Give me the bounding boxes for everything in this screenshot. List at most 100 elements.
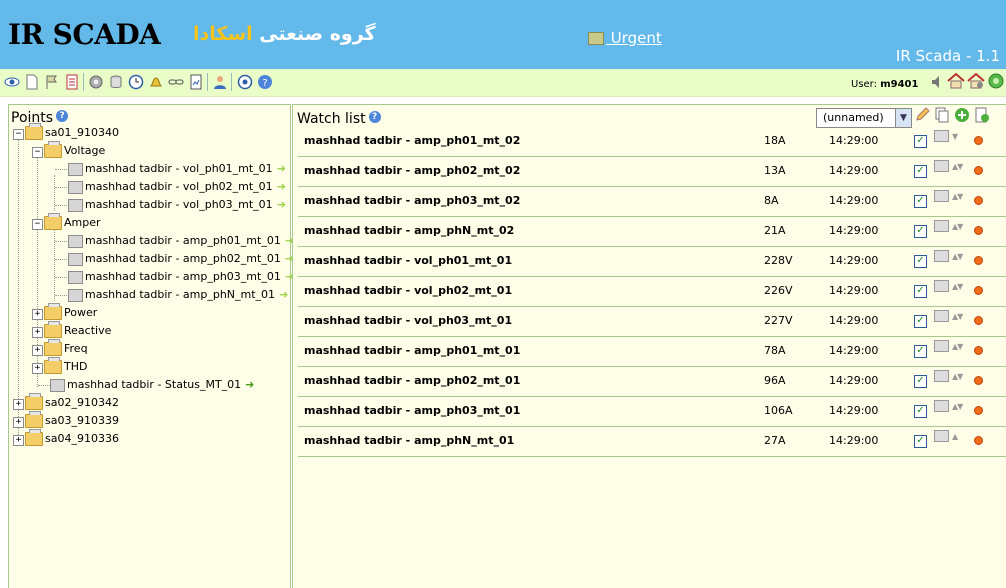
tree-node-reactive[interactable]: Reactive [44,321,111,340]
tree-node-freq[interactable]: Freq [44,339,88,358]
tree-node-sa01[interactable]: sa01_910340 [25,123,119,142]
tree-node-sa03[interactable]: sa03_910339 [25,411,119,430]
speaker-icon[interactable] [931,75,941,89]
arrow-right-icon[interactable]: ➜ [277,160,286,178]
home-settings-icon[interactable] [967,73,985,89]
remove-icon[interactable] [974,316,983,325]
tree-node-voltage[interactable]: Voltage [44,141,105,160]
arrow-right-icon[interactable]: ➜ [277,178,286,196]
checkbox[interactable]: ✓ [914,225,927,238]
chevron-down-icon[interactable]: ▼ [895,109,911,127]
add-icon[interactable] [954,107,970,123]
report-icon[interactable] [188,74,204,90]
checkbox[interactable]: ✓ [914,375,927,388]
remove-icon[interactable] [974,286,983,295]
move-arrows-icon[interactable]: ▲▼ [952,402,963,411]
point-details-icon[interactable] [934,310,949,322]
collapse-toggle[interactable]: − [32,219,43,230]
database-icon[interactable] [108,74,124,90]
flag-icon[interactable] [44,74,60,90]
help-icon[interactable]: ? [56,110,69,122]
tree-point-status[interactable]: mashhad tadbir - Status_MT_01 ➜ [50,376,254,394]
checkbox[interactable]: ✓ [914,345,927,358]
arrow-right-icon[interactable]: ➜ [245,376,254,394]
tree-point[interactable]: mashhad tadbir - amp_ph02_mt_01 ➜ [68,250,294,268]
point-details-icon[interactable] [934,280,949,292]
tree-point[interactable]: mashhad tadbir - amp_phN_mt_01 ➜ [68,286,288,304]
collapse-toggle[interactable]: − [13,129,24,140]
checkbox[interactable]: ✓ [914,255,927,268]
arrow-right-icon[interactable]: ➜ [277,196,286,214]
remove-icon[interactable] [974,226,983,235]
move-arrows-icon[interactable]: ▲▼ [952,342,963,351]
tree-node-sa02[interactable]: sa02_910342 [25,393,119,412]
remove-icon[interactable] [974,136,983,145]
tree-node-amper[interactable]: Amper [44,213,101,232]
checkbox[interactable]: ✓ [914,135,927,148]
checkbox[interactable]: ✓ [914,435,927,448]
expand-toggle[interactable]: + [32,345,43,356]
move-arrows-icon[interactable]: ▼ [952,132,958,141]
add-list-icon[interactable] [974,107,990,123]
list-icon[interactable] [64,74,80,90]
move-arrows-icon[interactable]: ▲▼ [952,222,963,231]
checkbox[interactable]: ✓ [914,195,927,208]
tree-node-thd[interactable]: THD [44,357,87,376]
checkbox[interactable]: ✓ [914,165,927,178]
stop-icon[interactable] [237,74,253,90]
tree-node-power[interactable]: Power [44,303,97,322]
help-icon[interactable]: ? [257,74,273,90]
eye-icon[interactable] [4,74,20,90]
gear-icon[interactable] [88,74,104,90]
move-arrows-icon[interactable]: ▲ [952,432,958,441]
pencil-icon[interactable] [914,107,930,123]
clock-icon[interactable] [128,74,144,90]
expand-toggle[interactable]: + [32,309,43,320]
arrow-right-icon[interactable]: ➜ [279,286,288,304]
help-icon[interactable]: ? [368,111,381,123]
point-details-icon[interactable] [934,250,949,262]
copy-icon[interactable] [934,107,950,123]
remove-icon[interactable] [974,166,983,175]
point-details-icon[interactable] [934,430,949,442]
point-details-icon[interactable] [934,340,949,352]
expand-toggle[interactable]: + [13,435,24,446]
move-arrows-icon[interactable]: ▲▼ [952,372,963,381]
tree-point[interactable]: mashhad tadbir - vol_ph03_mt_01 ➜ [68,196,286,214]
urgent-link[interactable]: Urgent [588,29,662,47]
bell-icon[interactable] [148,74,164,90]
point-details-icon[interactable] [934,130,949,142]
move-arrows-icon[interactable]: ▲▼ [952,282,963,291]
page-icon[interactable] [24,74,40,90]
tree-point[interactable]: mashhad tadbir - amp_ph01_mt_01 ➜ [68,232,294,250]
expand-toggle[interactable]: + [32,327,43,338]
expand-toggle[interactable]: + [13,417,24,428]
logout-icon[interactable] [988,73,1004,89]
checkbox[interactable]: ✓ [914,285,927,298]
remove-icon[interactable] [974,376,983,385]
remove-icon[interactable] [974,196,983,205]
checkbox[interactable]: ✓ [914,405,927,418]
tree-point[interactable]: mashhad tadbir - vol_ph02_mt_01 ➜ [68,178,286,196]
tree-point[interactable]: mashhad tadbir - vol_ph01_mt_01 ➜ [68,160,286,178]
move-arrows-icon[interactable]: ▲▼ [952,312,963,321]
link-icon[interactable] [168,74,184,90]
remove-icon[interactable] [974,256,983,265]
remove-icon[interactable] [974,436,983,445]
remove-icon[interactable] [974,406,983,415]
tree-point[interactable]: mashhad tadbir - amp_ph03_mt_01 ➜ [68,268,294,286]
point-details-icon[interactable] [934,370,949,382]
checkbox[interactable]: ✓ [914,315,927,328]
expand-toggle[interactable]: + [32,363,43,374]
move-arrows-icon[interactable]: ▲▼ [952,252,963,261]
point-details-icon[interactable] [934,160,949,172]
point-details-icon[interactable] [934,190,949,202]
point-details-icon[interactable] [934,400,949,412]
point-details-icon[interactable] [934,220,949,232]
watchlist-select[interactable]: (unnamed) ▼ [816,108,912,128]
move-arrows-icon[interactable]: ▲▼ [952,162,963,171]
collapse-toggle[interactable]: − [32,147,43,158]
expand-toggle[interactable]: + [13,399,24,410]
remove-icon[interactable] [974,346,983,355]
user-icon[interactable] [212,74,228,90]
